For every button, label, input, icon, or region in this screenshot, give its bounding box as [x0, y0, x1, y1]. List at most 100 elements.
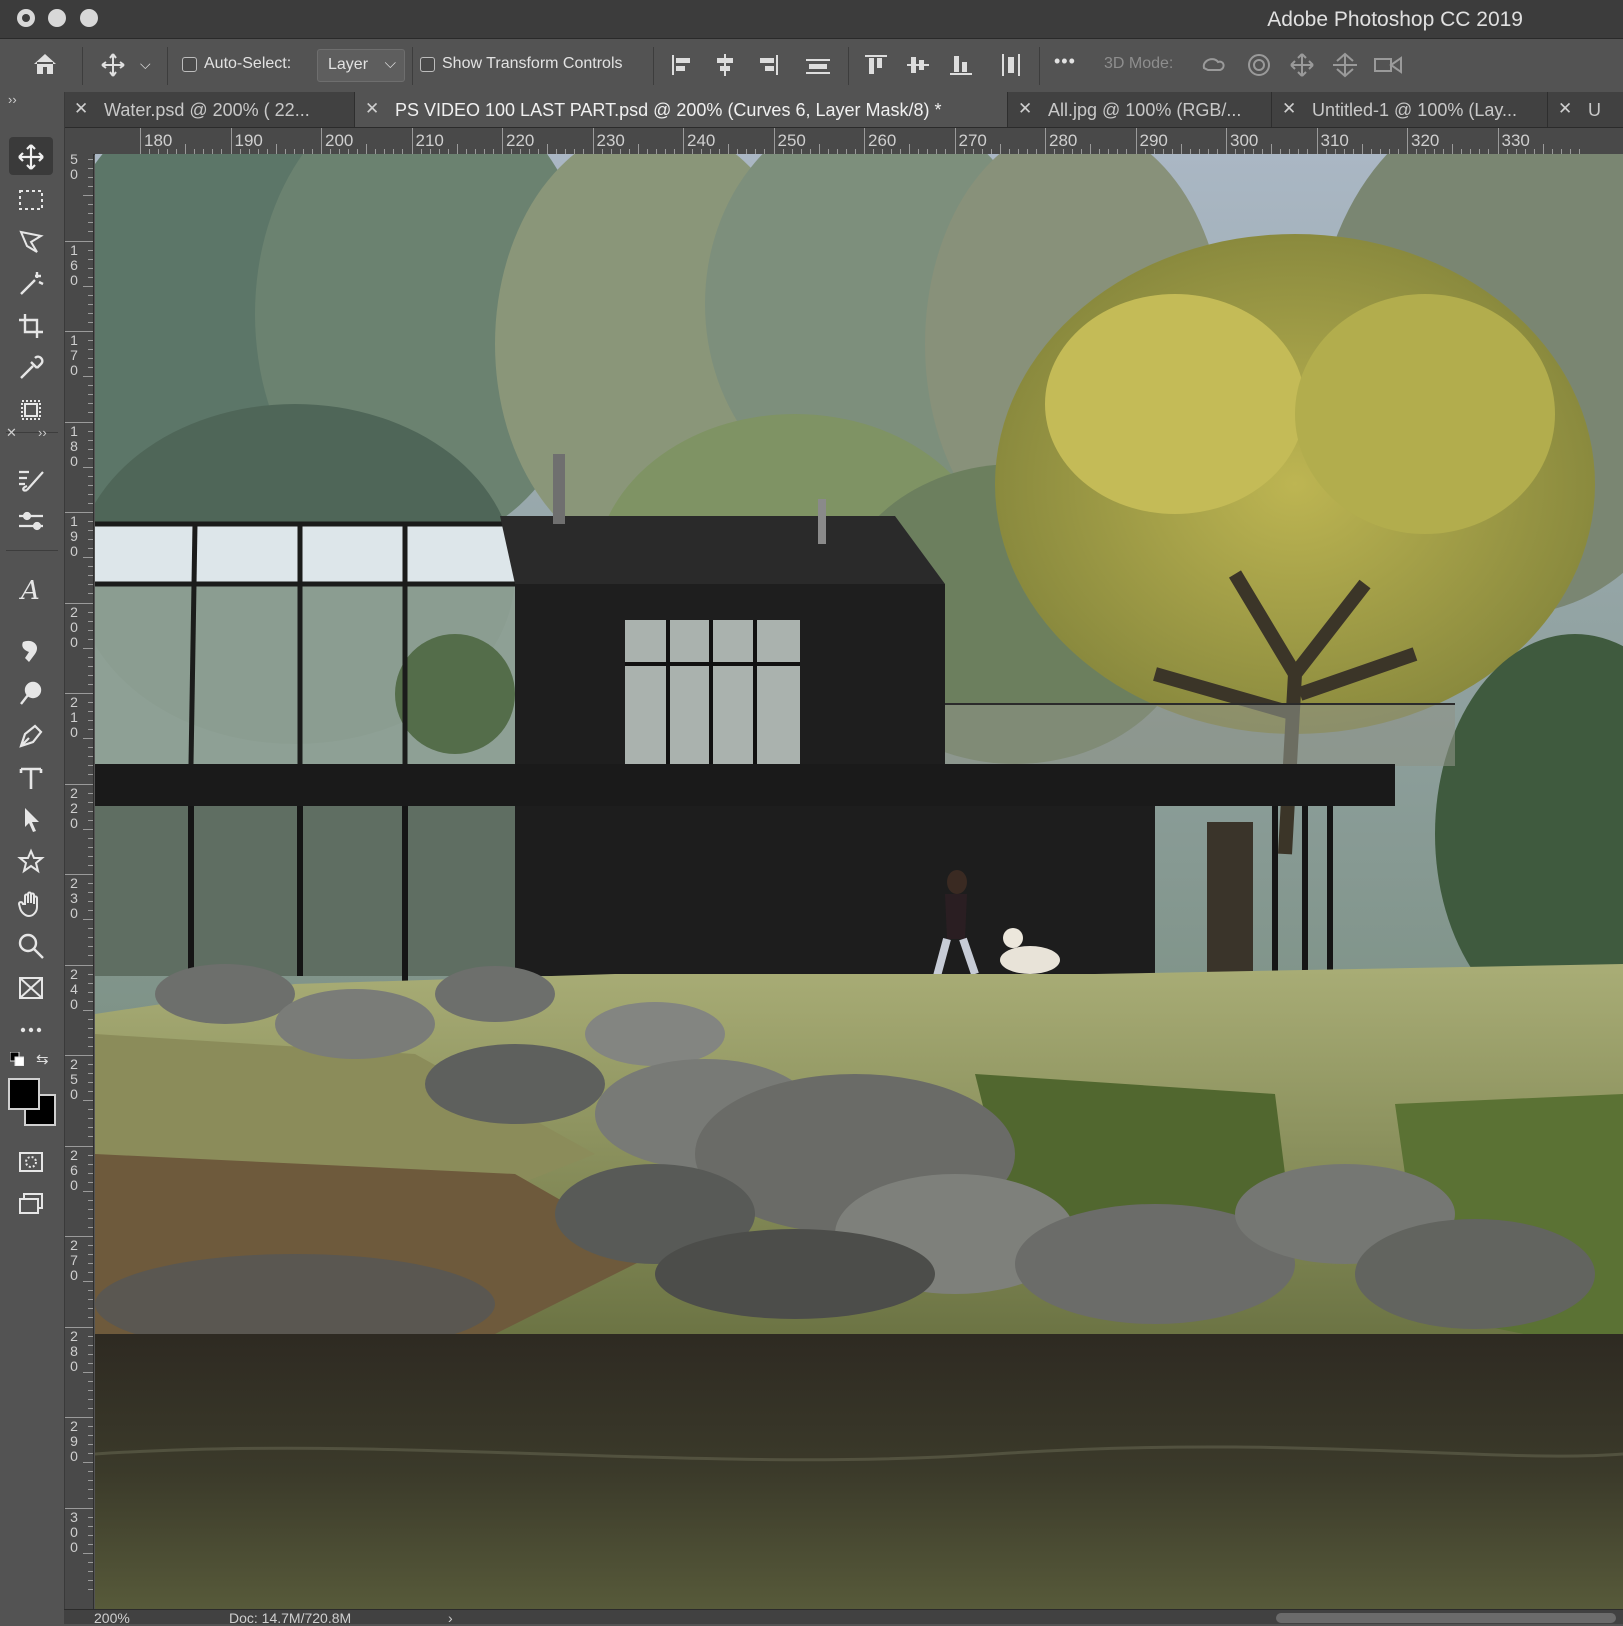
ruler-label: 9	[70, 1433, 78, 1449]
more-options-button[interactable]: •••	[1054, 51, 1076, 72]
align-top-icon[interactable]	[864, 53, 888, 82]
magic-wand-tool[interactable]	[9, 264, 53, 302]
ruler-minor-tick	[88, 855, 93, 857]
distribute-vertical-icon[interactable]	[999, 53, 1023, 82]
eyedropper-tool[interactable]	[9, 348, 53, 386]
distribute-horizontal-icon[interactable]	[805, 53, 831, 82]
tab-ps-video-100[interactable]: ✕ PS VIDEO 100 LAST PART.psd @ 200% (Cur…	[355, 92, 1008, 127]
default-colors-icon[interactable]	[9, 1051, 25, 1071]
window-close-button[interactable]	[17, 9, 35, 27]
move-icon[interactable]	[100, 52, 126, 83]
show-transform-checkbox[interactable]	[420, 57, 435, 72]
ruler-minor-tick	[88, 294, 93, 296]
vertical-ruler[interactable]: 5016017018019020021022023024025026027028…	[64, 154, 94, 1609]
3d-slide-icon[interactable]	[1331, 52, 1359, 83]
close-tab-icon[interactable]: ✕	[74, 99, 88, 119]
ruler-minor-tick	[88, 1444, 93, 1446]
move-tool[interactable]	[9, 137, 53, 175]
ruler-minor-tick	[728, 144, 730, 154]
window-maximize-button[interactable]	[80, 9, 98, 27]
align-bottom-icon[interactable]	[949, 53, 973, 82]
ruler-minor-tick	[909, 144, 911, 154]
ruler-minor-tick	[88, 991, 93, 993]
dodge-tool[interactable]	[9, 674, 53, 712]
type-tool[interactable]	[9, 758, 53, 796]
expand-panel-icon[interactable]: ››	[38, 425, 47, 440]
ruler-minor-tick	[88, 593, 93, 595]
ruler-minor-tick	[88, 846, 93, 848]
ruler-label: 240	[687, 131, 716, 150]
tool-preset-chevron-icon[interactable]: ⌵	[140, 56, 151, 73]
toolbar-collapse-icon[interactable]: ››	[8, 92, 17, 107]
auto-select-value: Layer	[328, 56, 369, 73]
ruler-minor-tick	[88, 665, 93, 667]
3d-pan-icon[interactable]	[1289, 52, 1315, 83]
ruler-major-tick	[773, 128, 775, 154]
ruler-minor-tick	[88, 864, 93, 866]
lasso-tool[interactable]	[9, 222, 53, 260]
quick-mask-button[interactable]	[9, 1142, 53, 1180]
ruler-label: 280	[1049, 131, 1078, 150]
tab-all-jpg[interactable]: ✕ All.jpg @ 100% (RGB/...	[1008, 92, 1272, 127]
zoom-level[interactable]: 200%	[94, 1610, 130, 1626]
ruler-minor-tick	[88, 231, 93, 233]
tab-untitled-1[interactable]: ✕ Untitled-1 @ 100% (Lay...	[1272, 92, 1548, 127]
pen-tool[interactable]	[9, 716, 53, 754]
align-left-icon[interactable]	[670, 53, 694, 82]
tab-water[interactable]: ✕ Water.psd @ 200% ( 22...	[64, 92, 355, 127]
type-art-tool[interactable]: A	[9, 569, 53, 607]
custom-shape-tool[interactable]	[9, 842, 53, 880]
ruler-minor-tick	[1542, 144, 1544, 154]
zoom-tool[interactable]	[9, 926, 53, 964]
frame-box-tool[interactable]	[9, 968, 53, 1006]
close-tab-icon[interactable]: ✕	[1018, 99, 1032, 119]
3d-orbit-icon[interactable]	[1200, 52, 1228, 83]
ruler-minor-tick	[88, 1489, 93, 1491]
close-panel-icon[interactable]: ✕	[6, 425, 17, 441]
canvas-image	[95, 154, 1623, 1609]
ruler-label: 1	[70, 513, 78, 529]
auto-select-dropdown[interactable]: Layer ⌵	[317, 49, 405, 82]
path-selection-tool[interactable]	[9, 800, 53, 838]
ruler-minor-tick	[83, 557, 93, 559]
3d-roll-icon[interactable]	[1246, 52, 1272, 83]
ruler-label: 1	[70, 422, 78, 439]
swap-colors-icon[interactable]: ⇆	[36, 1050, 49, 1068]
align-right-icon[interactable]	[756, 53, 780, 82]
smudge-tool[interactable]	[9, 632, 53, 670]
window-minimize-button[interactable]	[48, 9, 66, 27]
tools-panel: ›› ✕ ›› A ⇆	[0, 92, 65, 1623]
ruler-minor-tick	[88, 1579, 93, 1581]
hand-tool[interactable]	[9, 884, 53, 922]
align-horizontal-center-icon[interactable]	[713, 53, 737, 82]
home-icon[interactable]	[31, 51, 59, 82]
ruler-minor-tick	[88, 1353, 93, 1355]
align-vertical-center-icon[interactable]	[906, 53, 930, 82]
ruler-label: 180	[144, 131, 173, 150]
close-tab-icon[interactable]: ✕	[1558, 99, 1572, 119]
tab-overflow[interactable]: ✕ U	[1548, 92, 1623, 127]
document-canvas[interactable]	[95, 154, 1623, 1609]
ruler-major-tick	[954, 128, 956, 154]
foreground-color-swatch[interactable]	[8, 1078, 40, 1110]
ruler-minor-tick	[83, 738, 93, 740]
crop-tool[interactable]	[9, 306, 53, 344]
frame-tool[interactable]	[9, 390, 53, 428]
close-tab-icon[interactable]: ✕	[365, 99, 379, 119]
horizontal-scrollbar[interactable]	[1276, 1613, 1616, 1623]
brush-tool[interactable]	[9, 460, 53, 498]
horizontal-ruler[interactable]: 180 190 200 210 220 230 240 250 260 270 280 290 300 3…	[64, 128, 1623, 155]
ruler-minor-tick	[88, 222, 93, 224]
more-tools-button[interactable]	[9, 1010, 53, 1048]
ruler-minor-tick	[83, 1100, 93, 1102]
marquee-tool[interactable]	[9, 180, 53, 218]
screen-mode-button[interactable]	[9, 1184, 53, 1222]
ruler-minor-tick	[88, 403, 93, 405]
auto-select-checkbox[interactable]	[182, 57, 197, 72]
adjustment-tool[interactable]	[9, 502, 53, 540]
3d-scale-icon[interactable]	[1373, 54, 1405, 81]
status-menu-arrow-icon[interactable]: ›	[448, 1610, 453, 1626]
close-tab-icon[interactable]: ✕	[1282, 99, 1296, 119]
ruler-minor-tick	[88, 1498, 93, 1500]
ruler-minor-tick	[88, 946, 93, 948]
